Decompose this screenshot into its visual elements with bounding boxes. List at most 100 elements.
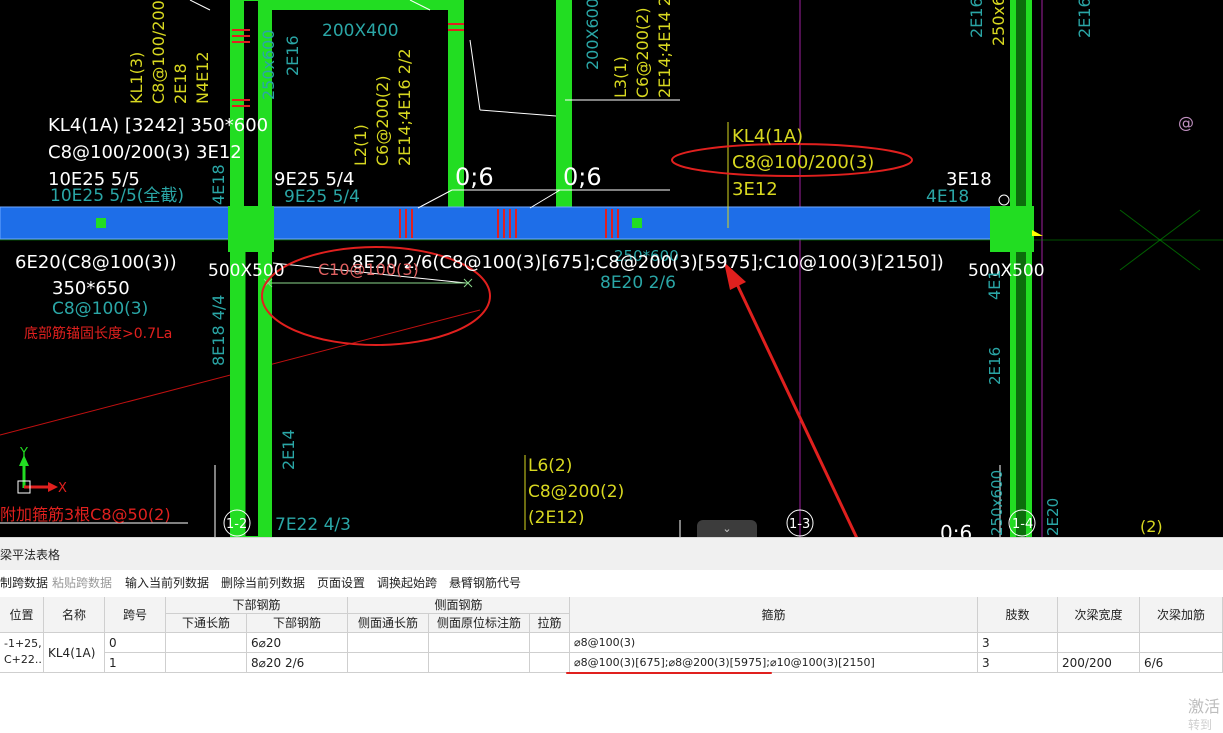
v-label-l3-1: L3(1) [611,56,630,98]
toolbar-input-column[interactable]: 输入当前列数据 [125,570,209,597]
right-label-line3: 3E12 [732,179,778,200]
cell-span[interactable]: 1 [105,653,166,673]
activation-watermark-sub: 转到 [1188,718,1213,732]
col-header-side-through[interactable]: 侧面通长筋 [348,614,429,633]
cell-side-original[interactable] [429,633,530,653]
cell-stirrup[interactable]: ⌀8@100(3)[675];⌀8@200(3)[5975];⌀10@100(3… [570,653,978,673]
cad-drawing: KL4(1A) [3242] 350*600 C8@100/200(3) 3E1… [0,0,1223,537]
toolbar-paste-span[interactable]: 粘贴跨数据 [52,570,112,597]
col-200x400: 200X400 [322,21,399,41]
cell-bottom-through[interactable] [166,653,247,673]
grid-label-1-3: 1-3 [789,517,810,532]
beam-kl4 [0,206,1001,240]
cell-sec-add[interactable]: 6/6 [1140,653,1223,673]
cell-tie[interactable] [530,653,570,673]
bottom-cyan-7e22: 7E22 4/3 [275,515,351,535]
v-label-4e1: 4E1 [985,270,1004,300]
v-label-kl1-4: N4E12 [193,51,212,104]
v-label-l2-2: C6@200(2) [373,75,392,166]
mid-top-rebar-cyan: 9E25 5/4 [284,187,360,207]
v-label-right-2e16: 2E16 [967,0,986,38]
cell-sec-width[interactable]: 200/200 [1058,653,1140,673]
col-header-stirrup[interactable]: 箍筋 [570,597,978,633]
col-header-span[interactable]: 跨号 [105,597,166,633]
column-right-size: 500X500 [968,261,1045,281]
cell-sec-add[interactable] [1140,633,1223,653]
v-label-l3-2: C6@200(2) [633,7,652,98]
toolbar-delete-column[interactable]: 删除当前列数据 [221,570,305,597]
v-label-kl1-3: 2E18 [171,63,190,104]
cell-legs[interactable]: 3 [978,653,1058,673]
cad-drawing-canvas[interactable]: KL4(1A) [3242] 350*600 C8@100/200(3) 3E1… [0,0,1223,537]
col-header-bottom-through[interactable]: 下通长筋 [166,614,247,633]
col-header-name[interactable]: 名称 [44,597,105,633]
left-red-note: 底部筋锚固长度>0.7La [24,325,172,342]
col-header-position[interactable]: 位置 [0,597,44,633]
panel-title: 梁平法表格 [0,537,1223,570]
l6-line1: L6(2) [528,456,572,476]
bottom-right-mark: 0;6 [940,521,972,537]
l6-line2: C8@200(2) [528,482,624,502]
l6-line3: (2E12) [528,508,584,528]
col-header-bottom-bar[interactable]: 下部钢筋 [247,614,348,633]
cell-bottom-bar[interactable]: 8⌀20 2/6 [247,653,348,673]
grid-label-1-2: 1-2 [226,517,247,532]
v-label-8e18: 8E18 4/4 [209,295,228,366]
beam-table: 位置 名称 跨号 下部钢筋 下通长筋 下部钢筋 侧面钢筋 侧面通长筋 侧面原位标… [0,597,1223,675]
collapse-panel-button[interactable]: ⌄ [697,520,757,537]
v-label-kl1-2: C8@100/200(2) [149,0,168,104]
column-left [228,206,274,252]
left-bottom-cyan: C8@100(3) [52,299,148,319]
cell-span[interactable]: 0 [105,633,166,653]
top-left-cyan: 10E25 5/5(全截) [50,186,184,206]
col-header-legs[interactable]: 肢数 [978,597,1058,633]
right-top-rebar-cyan: 4E18 [926,187,969,207]
v-label-4e18: 4E18 [209,164,228,205]
grid-label-1-4: 1-4 [1012,517,1033,532]
cell-stirrup[interactable]: ⌀8@100(3) [570,633,978,653]
activation-watermark: 激活 [1188,697,1221,716]
cell-side-through[interactable] [348,653,429,673]
v-label-l2-1: L2(1) [351,124,370,166]
toolbar-page-setup[interactable]: 页面设置 [317,570,365,597]
v-label-2e14: 2E14 [279,429,298,470]
col-header-side-original[interactable]: 侧面原位标注筋 [429,614,530,633]
right-label-line2: C8@100/200(3) [732,152,874,173]
toolbar-copy-span[interactable]: 制跨数据 [0,570,48,597]
v-label-right-bottom-2e20: 2E20 [1044,498,1062,536]
v-label-250x600: 250x600 [259,29,278,100]
axis-y-label: Y [19,446,28,461]
cell-bottom-through[interactable] [166,633,247,653]
bottom-cyan-text: 8E20 2/6 [600,273,676,293]
cell-bottom-bar[interactable]: 6⌀20 [247,633,348,653]
beam-table-panel: 梁平法表格 制跨数据 粘贴跨数据 输入当前列数据 删除当前列数据 页面设置 调换… [0,537,1223,728]
right-paren: (2) [1140,517,1163,536]
bottom-red-text: 附加箍筋3根C8@50(2) [0,505,171,524]
cell-name[interactable]: KL4(1A) [44,633,105,673]
bottom-span-text: 8E20 2/6(C8@100(3)[675];C8@200(3)[5975];… [352,252,944,273]
column-right [990,206,1034,252]
toolbar-swap-start-span[interactable]: 调换起始跨 [377,570,437,597]
span-mark-2: 0;6 [563,163,602,191]
v-label-right2: 2E16 [1075,0,1094,38]
panel-toolbar: 制跨数据 粘贴跨数据 输入当前列数据 删除当前列数据 页面设置 调换起始跨 悬臂… [0,570,1223,597]
cell-position[interactable]: -1+25, C+22... [0,633,44,673]
axis-x-label: X [58,481,67,496]
cell-sec-width[interactable] [1058,633,1140,653]
col-header-sec-width[interactable]: 次梁宽度 [1058,597,1140,633]
col-header-sec-add[interactable]: 次梁加筋 [1140,597,1223,633]
col-header-side-group: 侧面钢筋 [348,597,570,614]
cell-tie[interactable] [530,633,570,653]
toolbar-cantilever-code[interactable]: 悬臂钢筋代号 [449,570,521,597]
col-header-tie[interactable]: 拉筋 [530,614,570,633]
v-label-right-250x6: 250x6 [989,0,1008,46]
cell-legs[interactable]: 3 [978,633,1058,653]
red-callout: C10@100(3) [318,260,419,279]
cell-side-through[interactable] [348,633,429,653]
beam-label-line2: C8@100/200(3) 3E12 [48,142,242,163]
cell-side-original[interactable] [429,653,530,673]
v-label-l3-3: 2E14;4E14 2/2 [655,0,674,98]
chevron-down-icon: ⌄ [722,522,732,535]
right-edge-mark: @ [1178,113,1194,132]
column-left-size: 500X500 [208,261,285,281]
